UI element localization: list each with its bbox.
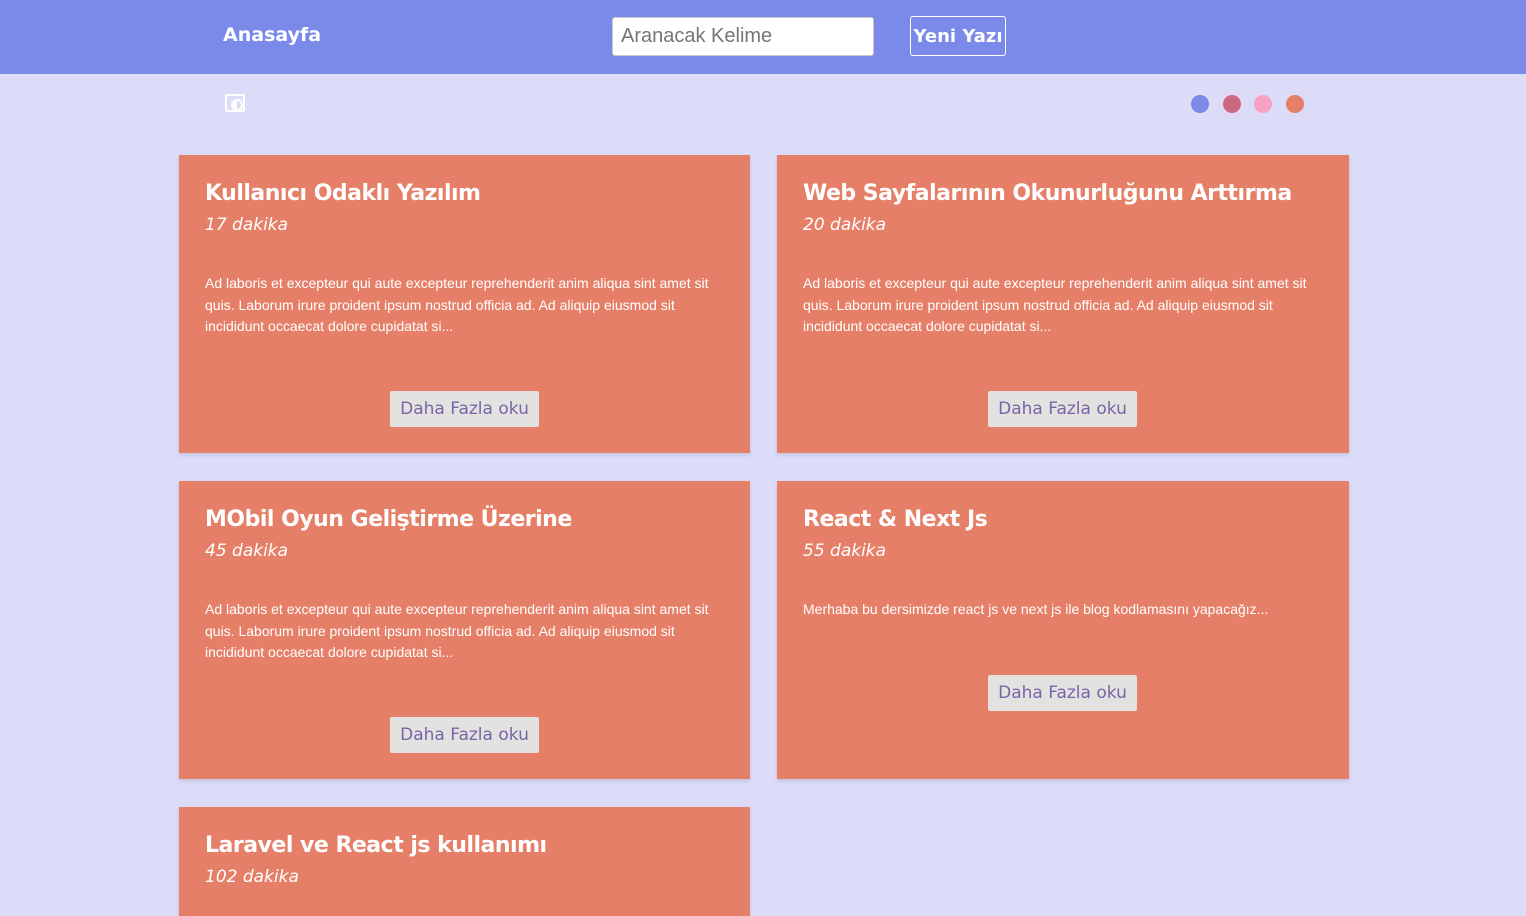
post-title: Kullanıcı Odaklı Yazılım bbox=[205, 181, 481, 206]
search-input[interactable] bbox=[612, 17, 874, 56]
post-title: Web Sayfalarının Okunurluğunu Arttırma bbox=[803, 181, 1292, 206]
post-duration: 45 dakika bbox=[205, 541, 289, 561]
read-more-button[interactable]: Daha Fazla oku bbox=[390, 391, 539, 427]
read-more-button[interactable]: Daha Fazla oku bbox=[390, 717, 539, 753]
post-card: Web Sayfalarının Okunurluğunu Arttırma 2… bbox=[777, 155, 1349, 453]
theme-swatch-blue[interactable] bbox=[1191, 95, 1209, 113]
post-duration: 17 dakika bbox=[205, 215, 289, 235]
post-card: MObil Oyun Geliştirme Üzerine 45 dakika … bbox=[179, 481, 750, 779]
post-excerpt: Ad laboris et excepteur qui aute excepte… bbox=[205, 601, 709, 660]
theme-swatch-pink[interactable] bbox=[1254, 95, 1272, 113]
post-excerpt: Ad laboris et excepteur qui aute excepte… bbox=[803, 275, 1307, 334]
home-link[interactable]: Anasayfa bbox=[223, 24, 321, 46]
post-excerpt: Ad laboris et excepteur qui aute excepte… bbox=[205, 275, 709, 334]
read-more-button[interactable]: Daha Fazla oku bbox=[988, 675, 1137, 711]
post-duration: 102 dakika bbox=[205, 867, 299, 887]
post-duration: 20 dakika bbox=[803, 215, 887, 235]
theme-swatch-coral[interactable] bbox=[1286, 95, 1304, 113]
post-duration: 55 dakika bbox=[803, 541, 887, 561]
post-title: React & Next Js bbox=[803, 507, 988, 532]
post-card: Kullanıcı Odaklı Yazılım 17 dakika Ad la… bbox=[179, 155, 750, 453]
new-post-button[interactable]: Yeni Yazı bbox=[910, 16, 1006, 56]
post-title: Laravel ve React js kullanımı bbox=[205, 833, 547, 858]
top-navbar: Anasayfa Yeni Yazı bbox=[0, 0, 1526, 74]
post-excerpt: Merhaba bu dersimizde react js ve next j… bbox=[803, 601, 1269, 617]
contrast-icon[interactable] bbox=[225, 94, 245, 112]
read-more-button[interactable]: Daha Fazla oku bbox=[988, 391, 1137, 427]
post-title: MObil Oyun Geliştirme Üzerine bbox=[205, 507, 572, 532]
post-card: React & Next Js 55 dakika Merhaba bu der… bbox=[777, 481, 1349, 779]
theme-swatch-rose[interactable] bbox=[1223, 95, 1241, 113]
post-card: Laravel ve React js kullanımı 102 dakika bbox=[179, 807, 750, 916]
